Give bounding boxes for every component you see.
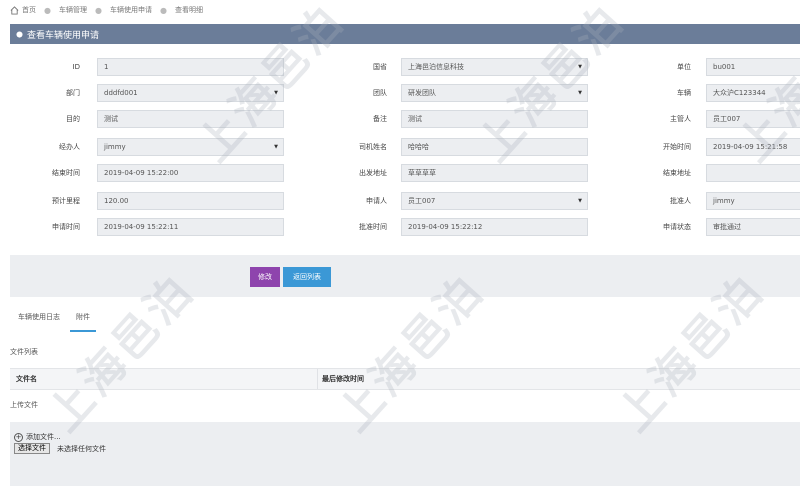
field-label: 司机姓名: [359, 143, 387, 151]
form-row: 预计里程 120.00 申请人 员工007 批准人 jimmy: [0, 192, 800, 210]
tab-vehicle-log[interactable]: 车辆使用日志: [10, 308, 68, 330]
breadcrumb-separator-icon: ●: [94, 5, 102, 15]
field-input[interactable]: 大众沪C123344: [706, 84, 800, 102]
field-select[interactable]: jimmy: [97, 138, 284, 156]
home-icon: [10, 5, 19, 15]
tab-attachments[interactable]: 附件: [68, 308, 98, 332]
field-label: 部门: [66, 89, 80, 97]
form-row: 申请时间 2019-04-09 15:22:11 批准时间 2019-04-09 15…: [0, 218, 800, 236]
column-modified-time[interactable]: 最后修改时间: [322, 369, 364, 389]
field-input[interactable]: 测试: [401, 110, 588, 128]
field-label: 申请状态: [663, 223, 691, 231]
breadcrumb-separator-icon: ●: [159, 5, 167, 15]
field-label: 申请人: [366, 197, 387, 205]
field-label: 开始时间: [663, 143, 691, 151]
file-table-header: 文件名 最后修改时间: [10, 368, 800, 390]
panel-icon: [16, 30, 23, 38]
file-list-title: 文件列表: [10, 348, 38, 356]
field-input[interactable]: 2019-04-09 15:22:00: [97, 164, 284, 182]
field-label: 批准时间: [359, 223, 387, 231]
field-input[interactable]: jimmy: [706, 192, 800, 210]
breadcrumb-current: 查看明细: [174, 6, 203, 14]
field-label: 批准人: [670, 197, 691, 205]
field-label: 备注: [373, 115, 387, 123]
no-file-status: 未选择任何文件: [57, 445, 106, 453]
field-label: 车辆: [677, 89, 691, 97]
choose-file-button[interactable]: 选择文件: [14, 443, 50, 454]
form-row: ID 1 国省 上海邑泊信息科技 单位 bu001: [0, 58, 800, 76]
panel-header: 查看车辆使用申请: [10, 24, 800, 44]
upload-area: + 添加文件... 选择文件 未选择任何文件: [10, 422, 800, 486]
field-select[interactable]: dddfd001: [97, 84, 284, 102]
form-row: 结束时间 2019-04-09 15:22:00 出发地址 草草草草 结束地址: [0, 164, 800, 182]
add-circle-icon: +: [14, 432, 23, 442]
field-input[interactable]: [706, 164, 800, 182]
field-input[interactable]: 哈哈哈: [401, 138, 588, 156]
field-label: 结束地址: [663, 169, 691, 177]
form-row: 目的 测试 备注 测试 主管人 员工007: [0, 110, 800, 128]
field-label: 单位: [677, 63, 691, 71]
field-input[interactable]: 2019-04-09 15:22:12: [401, 218, 588, 236]
breadcrumb-vehicle-request[interactable]: 车辆使用申请: [110, 5, 152, 15]
field-label: ID: [72, 63, 80, 71]
field-label: 结束时间: [52, 169, 80, 177]
back-to-list-button[interactable]: 返回列表: [283, 267, 331, 287]
field-label: 团队: [373, 89, 387, 97]
column-divider: [317, 369, 318, 389]
edit-button[interactable]: 修改: [250, 267, 280, 287]
breadcrumb: 首页 ● 车辆管理 ● 车辆使用申请 ● 查看明细: [0, 0, 800, 20]
field-select[interactable]: 员工007: [401, 192, 588, 210]
field-label: 目的: [66, 115, 80, 123]
field-label: 主管人: [670, 115, 691, 123]
field-input[interactable]: 2019-04-09 15:21:58: [706, 138, 800, 156]
upload-title: 上传文件: [10, 401, 38, 409]
field-input[interactable]: bu001: [706, 58, 800, 76]
field-input[interactable]: 120.00: [97, 192, 284, 210]
field-input[interactable]: 1: [97, 58, 284, 76]
field-select[interactable]: 上海邑泊信息科技: [401, 58, 588, 76]
add-file-link[interactable]: + 添加文件...: [14, 432, 61, 442]
field-label: 经办人: [59, 143, 80, 151]
field-label: 国省: [373, 63, 387, 71]
field-label: 申请时间: [52, 223, 80, 231]
add-file-label: 添加文件...: [26, 433, 61, 441]
tab-bar: 车辆使用日志 附件: [10, 308, 98, 332]
page-title: 查看车辆使用申请: [27, 30, 100, 41]
field-input[interactable]: 测试: [97, 110, 284, 128]
field-input[interactable]: 审批通过: [706, 218, 800, 236]
field-input[interactable]: 员工007: [706, 110, 800, 128]
field-label: 出发地址: [359, 169, 387, 177]
column-filename[interactable]: 文件名: [16, 369, 37, 389]
field-input[interactable]: 草草草草: [401, 164, 588, 182]
breadcrumb-vehicle-management[interactable]: 车辆管理: [59, 5, 87, 15]
form-row: 部门 dddfd001 团队 研发团队 车辆 大众沪C123344: [0, 84, 800, 102]
field-label: 预计里程: [52, 197, 80, 205]
form-row: 经办人 jimmy 司机姓名 哈哈哈 开始时间 2019-04-09 15:21:58: [0, 138, 800, 156]
field-select[interactable]: 研发团队: [401, 84, 588, 102]
breadcrumb-home-label: 首页: [22, 6, 36, 14]
action-bar: 修改 返回列表: [10, 255, 800, 297]
field-input[interactable]: 2019-04-09 15:22:11: [97, 218, 284, 236]
breadcrumb-home[interactable]: 首页: [10, 5, 36, 15]
breadcrumb-separator-icon: ●: [44, 5, 51, 15]
